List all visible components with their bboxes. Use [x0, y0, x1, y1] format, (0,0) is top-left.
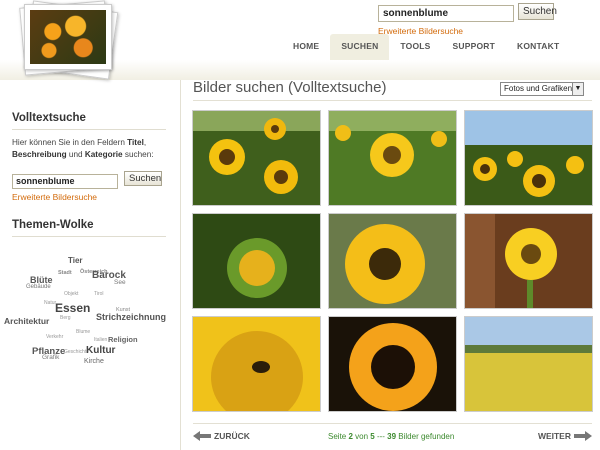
image-thumb-2[interactable] — [328, 110, 457, 206]
image-thumb-3[interactable] — [464, 110, 593, 206]
tag-objekt[interactable]: Objekt — [64, 291, 78, 297]
fulltext-title: Volltextsuche — [12, 112, 86, 124]
page-title: Bilder suchen (Volltextsuche) — [193, 79, 387, 96]
tag-kultur[interactable]: Kultur — [86, 345, 115, 356]
arrow-right-icon — [574, 431, 592, 441]
nav-home[interactable]: HOME — [282, 34, 330, 60]
pagination: ZURÜCK Seite 2 von 5 --- 39 Bilder gefun… — [193, 423, 592, 449]
tag-see[interactable]: See — [114, 279, 126, 286]
intro-field-beschreibung: Beschreibung — [12, 150, 67, 159]
sidebar-advanced-search-link[interactable]: Erweiterte Bildersuche — [12, 192, 118, 202]
pager-info-text: von — [352, 432, 371, 441]
pager-info-text: Seite — [328, 432, 349, 441]
tag-berg[interactable]: Berg — [60, 315, 71, 321]
tag-kirche[interactable]: Kirche — [84, 358, 104, 365]
nav-tools[interactable]: TOOLS — [389, 34, 441, 60]
pager-info: Seite 2 von 5 --- 39 Bilder gefunden — [328, 432, 454, 441]
image-thumb-6[interactable] — [464, 213, 593, 309]
image-thumb-7[interactable] — [192, 316, 321, 412]
intro-text: suchen: — [122, 150, 154, 159]
sunflower-bud-image — [193, 214, 320, 308]
tag-blume[interactable]: Blume — [76, 329, 90, 335]
pager-next-label: WEITER — [537, 431, 571, 441]
pager-result-count: 39 — [387, 432, 397, 441]
nav-kontakt[interactable]: KONTAKT — [506, 34, 570, 60]
pager-back-label: ZURÜCK — [214, 431, 250, 441]
sidebar-search: Suchen Erweiterte Bildersuche — [12, 171, 162, 202]
image-thumb-9[interactable] — [464, 316, 593, 412]
tag-cloud-title: Themen-Wolke — [12, 219, 94, 231]
fulltext-rule — [12, 129, 166, 130]
header-search-button[interactable]: Suchen — [518, 3, 557, 20]
tag-cloud-rule — [12, 236, 166, 237]
sunflower-field-sky-image — [465, 111, 592, 205]
sunflowers-field-image — [193, 111, 320, 205]
logo-photo-stack[interactable] — [18, 0, 119, 80]
sunflower-bee-image — [193, 317, 320, 411]
main-nav: HOME SUCHEN TOOLS SUPPORT KONTAKT — [282, 34, 570, 60]
image-thumb-1[interactable] — [192, 110, 321, 206]
pager-info-text: Bilder gefunden — [396, 432, 455, 441]
media-type-select[interactable]: Fotos und Grafiken ▼ — [500, 82, 584, 96]
tag-tier[interactable]: Tier — [68, 256, 83, 265]
tag-stadt[interactable]: Stadt — [58, 270, 72, 276]
tag-gebaeude[interactable]: Gebäude — [26, 284, 51, 290]
sunflower-dark-center-image — [329, 317, 456, 411]
arrow-left-icon — [193, 431, 211, 441]
nav-suchen[interactable]: SUCHEN — [330, 34, 390, 60]
intro-field-kategorie: Kategorie — [84, 150, 123, 159]
sunflower-wood-background-image — [465, 214, 592, 308]
sidebar-search-input[interactable] — [12, 173, 118, 189]
tag-verkehr[interactable]: Verkehr — [46, 334, 63, 340]
chevron-down-icon: ▼ — [572, 83, 583, 95]
intro-sep: , — [143, 138, 147, 147]
intro-sep: und — [66, 150, 85, 159]
sunflower-closeup-image — [329, 214, 456, 308]
pager-back-button[interactable]: ZURÜCK — [193, 431, 250, 441]
sidebar-search-button[interactable]: Suchen — [124, 171, 162, 186]
sidebar-divider — [180, 80, 181, 450]
tag-strichzeichnung[interactable]: Strichzeichnung — [96, 312, 166, 322]
tag-cloud: Tier Stadt Österreich Blüte Barock Gebäu… — [0, 248, 180, 378]
logo-card-front — [24, 4, 112, 70]
sunflower-landscape-image — [465, 317, 592, 411]
tag-tirol[interactable]: Tirol — [94, 291, 104, 297]
header-search-input[interactable] — [378, 5, 514, 22]
intro-text: Hier können Sie in den Feldern — [12, 138, 128, 147]
header: Suchen Erweiterte Bildersuche HOME SUCHE… — [0, 0, 600, 80]
tag-essen[interactable]: Essen — [55, 301, 90, 315]
header-search: Suchen Erweiterte Bildersuche — [378, 3, 557, 36]
image-thumb-4[interactable] — [192, 213, 321, 309]
nav-support[interactable]: SUPPORT — [442, 34, 507, 60]
pager-info-text: --- — [374, 432, 388, 441]
sunflowers-leaves-image — [329, 111, 456, 205]
pager-next-button[interactable]: WEITER — [538, 431, 592, 441]
image-thumb-8[interactable] — [328, 316, 457, 412]
logo-flower-image — [30, 10, 106, 64]
tag-grafik[interactable]: Grafik — [42, 354, 59, 361]
title-rule — [193, 100, 592, 101]
tag-religion[interactable]: Religion — [108, 335, 138, 344]
fulltext-intro: Hier können Sie in den Feldern Titel, Be… — [12, 137, 172, 161]
image-thumb-5[interactable] — [328, 213, 457, 309]
intro-field-titel: Titel — [127, 138, 144, 147]
tag-italien[interactable]: Italien — [94, 337, 107, 343]
tag-architektur[interactable]: Architektur — [4, 316, 49, 326]
media-type-selected: Fotos und Grafiken — [504, 84, 573, 93]
